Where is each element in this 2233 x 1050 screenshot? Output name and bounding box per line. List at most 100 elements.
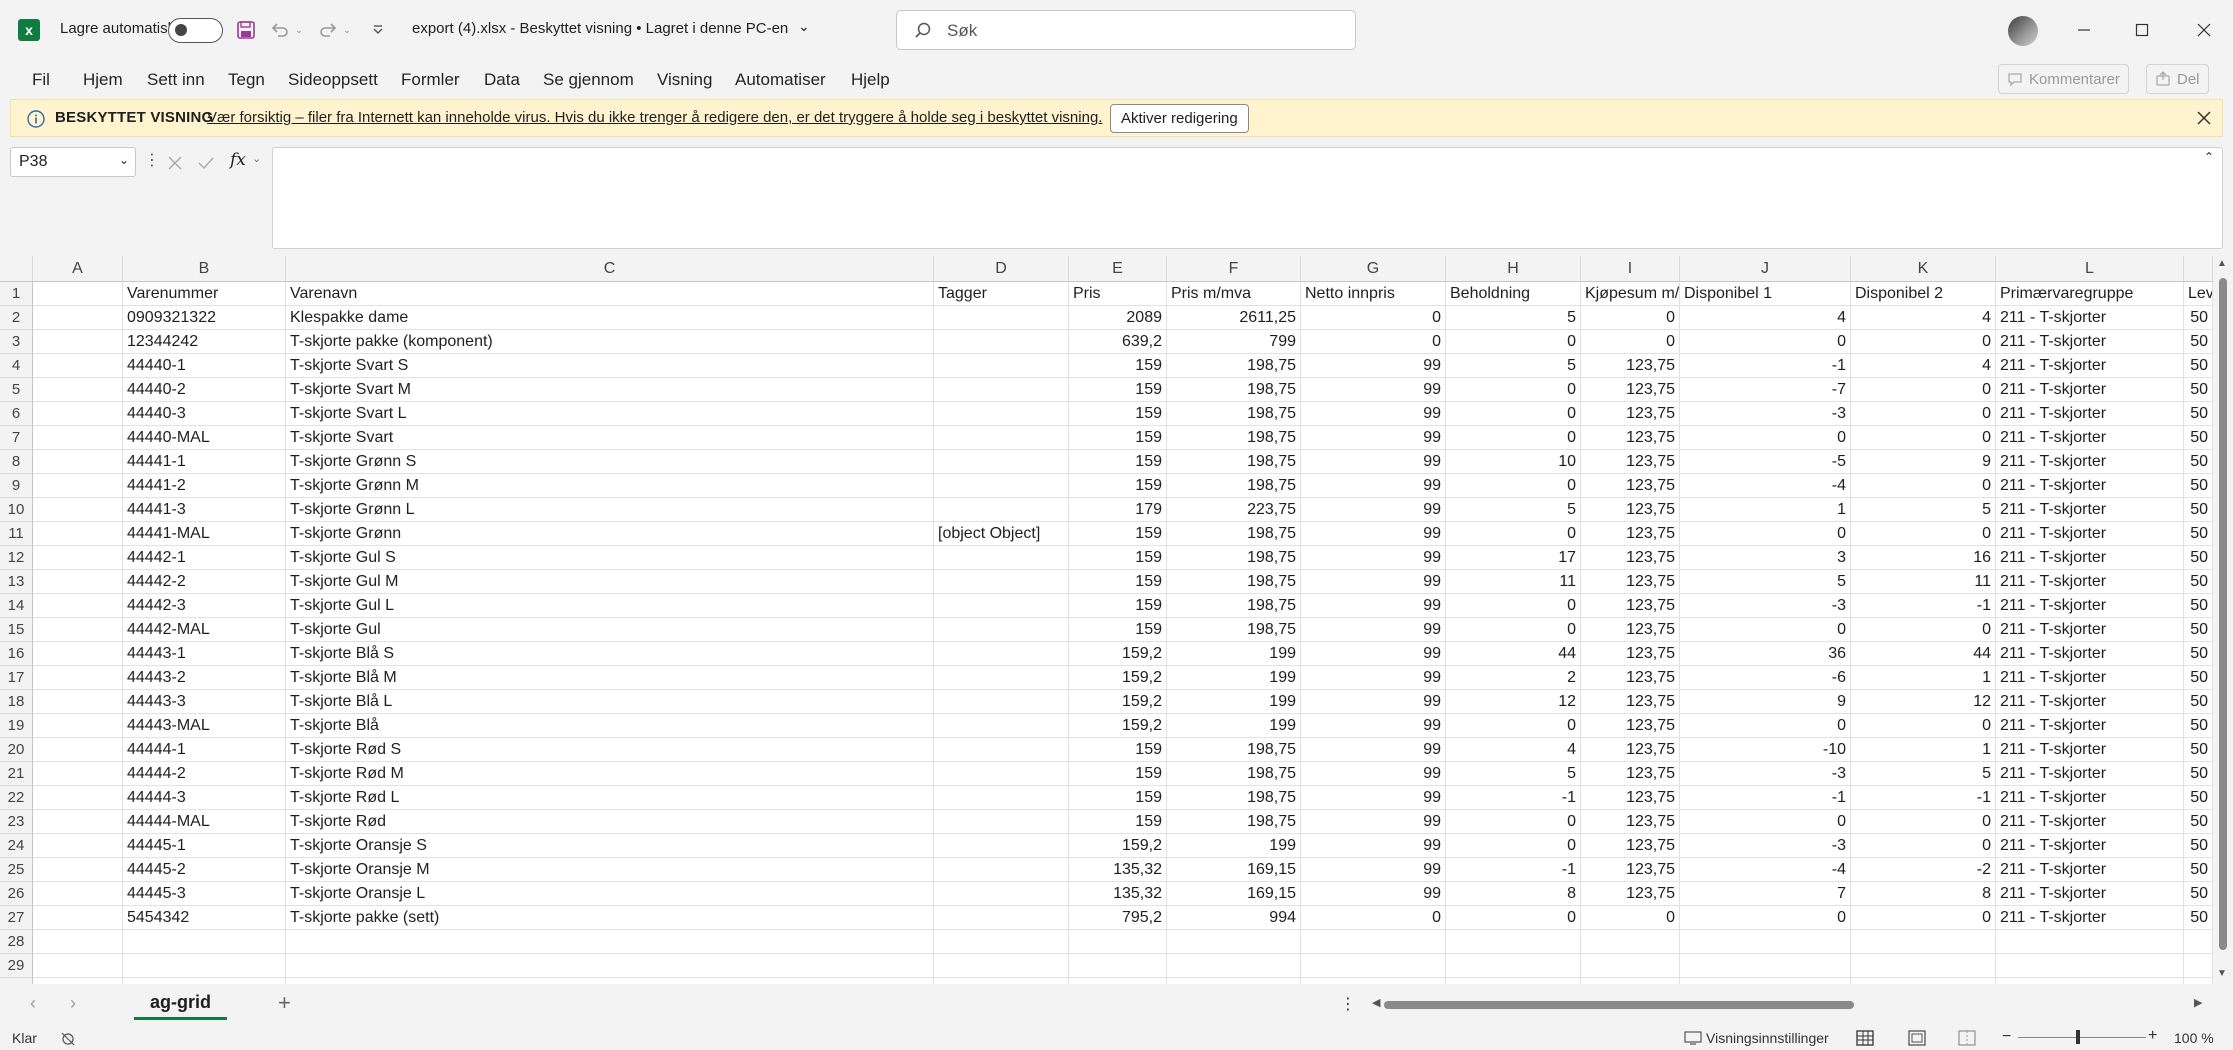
cell[interactable]: 99 (1301, 834, 1446, 858)
cell[interactable]: T-skjorte Svart S (286, 354, 934, 378)
cell[interactable]: 159 (1069, 378, 1167, 402)
cell[interactable]: T-skjorte Svart M (286, 378, 934, 402)
cell[interactable]: 211 - T-skjorter (1996, 474, 2184, 498)
maximize-icon[interactable] (2122, 14, 2162, 46)
cell[interactable]: 50 (2184, 786, 2213, 810)
cell[interactable]: 4 (1851, 354, 1996, 378)
cell[interactable] (934, 690, 1069, 714)
cell[interactable] (934, 330, 1069, 354)
document-title[interactable]: export (4).xlsx - Beskyttet visning • La… (412, 20, 788, 37)
cell[interactable] (123, 930, 286, 954)
cell[interactable]: 198,75 (1167, 522, 1301, 546)
row-header[interactable]: 9 (0, 474, 33, 498)
cell[interactable]: 44441-MAL (123, 522, 286, 546)
cell[interactable] (934, 402, 1069, 426)
cell[interactable]: 198,75 (1167, 570, 1301, 594)
cell[interactable]: 211 - T-skjorter (1996, 882, 2184, 906)
cell[interactable]: 44445-3 (123, 882, 286, 906)
cell[interactable]: 198,75 (1167, 618, 1301, 642)
cell[interactable]: 199 (1167, 714, 1301, 738)
row-header[interactable]: 22 (0, 786, 33, 810)
cell[interactable]: -7 (1680, 378, 1851, 402)
cell[interactable]: 0 (1581, 330, 1680, 354)
cell[interactable]: Lev (2184, 282, 2213, 306)
row-header[interactable]: 6 (0, 402, 33, 426)
cell[interactable]: 0 (1851, 330, 1996, 354)
column-header[interactable] (2184, 256, 2213, 282)
column-header[interactable]: K (1851, 256, 1996, 282)
cell[interactable]: 99 (1301, 858, 1446, 882)
row-header[interactable]: 18 (0, 690, 33, 714)
customize-toolbar-icon[interactable] (366, 18, 390, 42)
cell[interactable]: 44440-1 (123, 354, 286, 378)
column-header[interactable]: C (286, 256, 934, 282)
select-all-corner[interactable] (0, 256, 33, 282)
column-header[interactable]: G (1301, 256, 1446, 282)
cell[interactable]: 159,2 (1069, 834, 1167, 858)
cell[interactable] (33, 570, 123, 594)
menu-data[interactable]: Data (484, 70, 520, 90)
cell[interactable]: 223,75 (1167, 498, 1301, 522)
cell[interactable]: 5 (1851, 762, 1996, 786)
horizontal-scrollbar[interactable]: ◀ ▶ (1372, 996, 2208, 1014)
cell[interactable]: 179 (1069, 498, 1167, 522)
cancel-formula-icon[interactable] (168, 156, 182, 170)
tab-ag-grid[interactable]: ag-grid (134, 988, 227, 1020)
cell[interactable]: 0 (1301, 306, 1446, 330)
cell[interactable]: 211 - T-skjorter (1996, 786, 2184, 810)
cell[interactable]: 12 (1446, 690, 1581, 714)
cell[interactable]: 50 (2184, 762, 2213, 786)
cell[interactable]: T-skjorte Grønn S (286, 450, 934, 474)
row-header[interactable]: 21 (0, 762, 33, 786)
cell[interactable]: -3 (1680, 834, 1851, 858)
cell[interactable]: 9 (1680, 690, 1851, 714)
cell[interactable]: 123,75 (1581, 450, 1680, 474)
cell[interactable] (33, 594, 123, 618)
column-header[interactable]: A (33, 256, 123, 282)
cell[interactable]: 123,75 (1581, 498, 1680, 522)
cell[interactable]: -4 (1680, 858, 1851, 882)
cell[interactable]: Pris m/mva (1167, 282, 1301, 306)
cell[interactable]: 211 - T-skjorter (1996, 546, 2184, 570)
autosave-toggle[interactable] (168, 18, 223, 43)
cell[interactable] (33, 714, 123, 738)
cell[interactable]: 44442-2 (123, 570, 286, 594)
cell[interactable]: T-skjorte Rød (286, 810, 934, 834)
cell[interactable] (33, 930, 123, 954)
cell[interactable]: 211 - T-skjorter (1996, 522, 2184, 546)
cell[interactable]: 50 (2184, 426, 2213, 450)
cell[interactable]: 11 (1851, 570, 1996, 594)
cell[interactable]: 0 (1680, 714, 1851, 738)
cell[interactable]: -1 (1446, 786, 1581, 810)
cell[interactable]: 198,75 (1167, 810, 1301, 834)
cell[interactable]: 159 (1069, 402, 1167, 426)
cell[interactable]: T-skjorte Blå (286, 714, 934, 738)
redo-dropdown-icon[interactable]: ⌄ (340, 18, 354, 42)
cell[interactable]: 159 (1069, 618, 1167, 642)
cell[interactable]: 198,75 (1167, 762, 1301, 786)
cell[interactable]: 99 (1301, 618, 1446, 642)
undo-icon[interactable] (268, 18, 292, 42)
cell[interactable]: 123,75 (1581, 738, 1680, 762)
more-options-icon[interactable]: ⋮ (144, 150, 160, 170)
cell[interactable]: Netto innpris (1301, 282, 1446, 306)
cell[interactable]: 159 (1069, 522, 1167, 546)
cell[interactable] (33, 810, 123, 834)
row-header[interactable]: 23 (0, 810, 33, 834)
close-icon[interactable] (2197, 111, 2211, 125)
close-window-icon[interactable] (2184, 14, 2224, 46)
name-box[interactable]: P38 ⌄ (10, 147, 136, 177)
cell[interactable]: T-skjorte Gul M (286, 570, 934, 594)
zoom-slider-thumb[interactable] (2076, 1030, 2080, 1044)
cell[interactable] (33, 330, 123, 354)
cell[interactable]: T-skjorte Oransje M (286, 858, 934, 882)
cell[interactable]: 44440-3 (123, 402, 286, 426)
cell[interactable]: 211 - T-skjorter (1996, 594, 2184, 618)
prev-sheet-icon[interactable]: ‹ (30, 993, 36, 1014)
cell[interactable]: 44444-MAL (123, 810, 286, 834)
cell[interactable]: 198,75 (1167, 402, 1301, 426)
row-header[interactable]: 25 (0, 858, 33, 882)
cell[interactable]: 169,15 (1167, 882, 1301, 906)
cell[interactable] (934, 882, 1069, 906)
cell[interactable]: T-skjorte Blå M (286, 666, 934, 690)
